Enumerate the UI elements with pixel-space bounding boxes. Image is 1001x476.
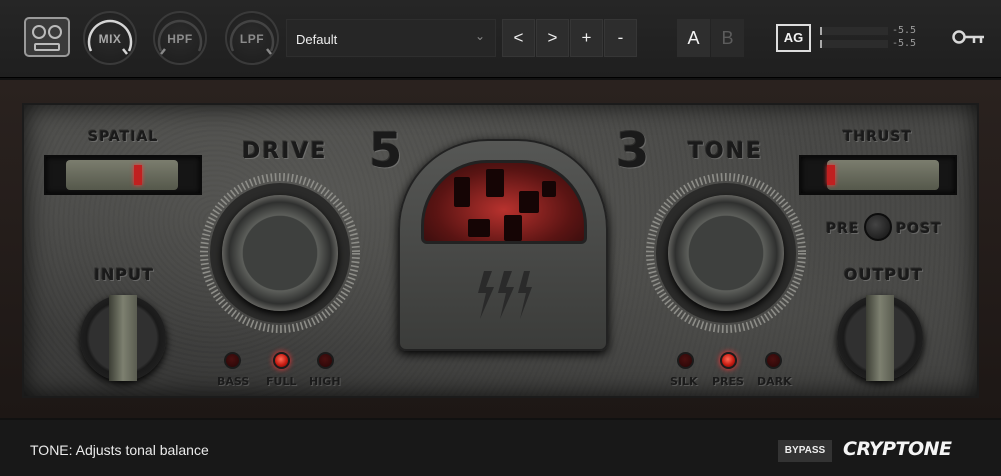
lightning-bolt-icon (478, 271, 532, 319)
auto-gain-button[interactable]: AG (776, 24, 811, 52)
preset-name: Default (296, 32, 338, 47)
mix-knob[interactable]: MIX (83, 11, 137, 65)
drive-knob[interactable] (200, 173, 360, 333)
tone-led-silk[interactable] (677, 352, 694, 369)
lpf-label: LPF (239, 32, 265, 46)
tone-led-dark-label: DARK (757, 375, 792, 388)
tone-knob[interactable] (646, 173, 806, 333)
pre-post-toggle[interactable] (864, 213, 892, 241)
tone-led-dark[interactable] (765, 352, 782, 369)
pre-label: PRE (826, 221, 860, 237)
bypass-button[interactable]: BYPASS (778, 440, 832, 462)
preset-selector[interactable]: Default ⌄ (286, 19, 496, 57)
brand-logo: CRYPTONE (843, 438, 952, 460)
meter-right-value: -5.5 (892, 38, 917, 49)
tone-knob-cap (668, 195, 784, 311)
spatial-slab (66, 160, 178, 190)
drive-led-full[interactable] (273, 352, 290, 369)
reel-right-icon (48, 25, 62, 39)
meter-left-value: -5.5 (892, 25, 917, 36)
tone-label: TONE (688, 139, 764, 164)
thrust-label: THRUST (843, 129, 913, 145)
model-number-right: 3 (616, 123, 651, 179)
tone-led-pres[interactable] (720, 352, 737, 369)
hpf-knob[interactable]: HPF (153, 11, 207, 65)
post-label: POST (896, 221, 942, 237)
spatial-indicator (134, 165, 142, 185)
thrust-slab (827, 160, 939, 190)
drive-led-high[interactable] (317, 352, 334, 369)
hpf-label: HPF (167, 32, 193, 46)
tape-recorder-icon[interactable] (24, 17, 70, 57)
drive-led-full-label: FULL (266, 375, 297, 388)
output-label: OUTPUT (844, 265, 924, 284)
lpf-knob[interactable]: LPF (225, 11, 279, 65)
input-knob-pointer (109, 295, 137, 381)
output-knob-pointer (866, 295, 894, 381)
thrust-switch[interactable] (799, 155, 957, 195)
chevron-down-icon: ⌄ (474, 29, 485, 43)
faceplate: SPATIAL INPUT DRIVE BASS FULL HIGH 5 3 T… (22, 103, 979, 398)
thrust-indicator (827, 165, 835, 185)
drive-knob-cap (222, 195, 338, 311)
key-icon[interactable] (952, 28, 986, 46)
drive-led-high-label: HIGH (309, 375, 341, 388)
input-label: INPUT (94, 265, 154, 284)
drive-label: DRIVE (242, 139, 328, 164)
model-number-left: 5 (369, 123, 404, 179)
ab-b-button[interactable]: B (711, 19, 744, 57)
delete-preset-button[interactable]: - (604, 19, 637, 57)
tone-led-silk-label: SILK (670, 375, 698, 388)
plugin-header: MIX HPF LPF Default ⌄ < > + - A B AG -5.… (0, 0, 1001, 78)
output-knob[interactable] (837, 295, 923, 381)
tone-led-pres-label: PRES (712, 375, 744, 388)
tube-window (398, 139, 608, 351)
previous-preset-button[interactable]: < (502, 19, 535, 57)
parameter-hint: TONE: Adjusts tonal balance (30, 442, 209, 458)
next-preset-button[interactable]: > (536, 19, 569, 57)
input-knob[interactable] (80, 295, 166, 381)
meter-left (820, 27, 888, 35)
meter-right (820, 40, 888, 48)
tube-glow (421, 160, 587, 244)
status-bar: TONE: Adjusts tonal balance BYPASS CRYPT… (0, 420, 1001, 476)
plugin-chassis: SPATIAL INPUT DRIVE BASS FULL HIGH 5 3 T… (0, 80, 1001, 418)
tape-slot-icon (34, 43, 60, 51)
drive-led-bass[interactable] (224, 352, 241, 369)
spatial-switch[interactable] (44, 155, 202, 195)
ab-a-button[interactable]: A (677, 19, 710, 57)
reel-left-icon (32, 25, 46, 39)
save-preset-button[interactable]: + (570, 19, 603, 57)
mix-label: MIX (98, 32, 122, 46)
drive-led-bass-label: BASS (217, 375, 250, 388)
spatial-label: SPATIAL (88, 129, 159, 145)
